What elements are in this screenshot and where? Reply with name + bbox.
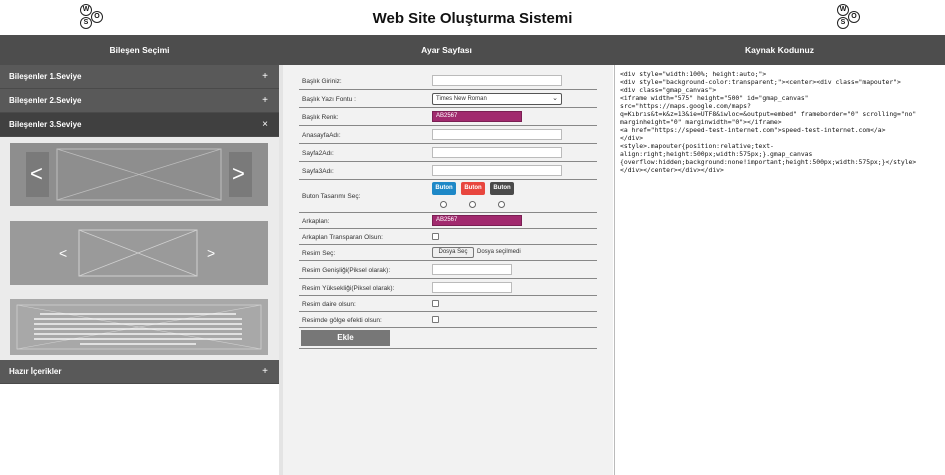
image-height-label: Resim Yüksekliği(Piksel olarak): <box>302 285 395 292</box>
accordion-level-3[interactable]: Bileşenler 3.Seviye × <box>0 113 279 137</box>
font-label: Başlık Yazı Fontu : <box>302 96 356 103</box>
home-name-label: AnasayfaAdı: <box>302 132 341 139</box>
carousel-preview-image: < > <box>59 229 215 277</box>
page2-name-label: Sayfa2Adı: <box>302 150 334 157</box>
add-button[interactable]: Ekle <box>301 330 390 346</box>
page3-name-label: Sayfa3Adı: <box>302 168 334 175</box>
form-row-image-circle: Resim daire olsun: <box>299 296 597 312</box>
choose-file-button[interactable]: Dosya Seç <box>432 247 474 258</box>
image-circle-label: Resim daire olsun: <box>302 301 356 308</box>
accordion-label: Bileşenler 1.Seviye <box>9 72 82 81</box>
image-shadow-checkbox[interactable] <box>432 316 439 323</box>
bg-transparent-checkbox[interactable] <box>432 233 439 240</box>
bg-transparent-label: Arkaplan Transparan Olsun: <box>302 234 383 241</box>
component-selection-header: Bileşen Seçimi <box>0 35 279 65</box>
title-input[interactable] <box>432 75 562 86</box>
form-row-image-height: Resim Yüksekliği(Piksel olarak): <box>299 279 597 296</box>
image-label: Resim Seç: <box>302 250 336 257</box>
expand-icon: + <box>262 95 268 106</box>
source-code-panel: <div style="width:100%; height:auto;"> <… <box>614 65 945 475</box>
accordion-label: Hazır İçerikler <box>9 367 62 376</box>
title-color-label: Başlık Renk: <box>302 114 339 121</box>
image-shadow-label: Resimde gölge efekti olsun: <box>302 317 382 324</box>
image-height-input[interactable] <box>432 282 512 293</box>
slider-prev-arrow: < <box>30 161 43 186</box>
expand-icon: + <box>262 366 268 377</box>
accordion-label: Bileşenler 3.Seviye <box>9 120 82 129</box>
form-row-background: Arkaplan: AB2567 <box>299 213 597 229</box>
button-style-blue[interactable]: Buton <box>432 182 456 195</box>
button-style-dark-radio[interactable] <box>498 201 505 208</box>
page-header: W S O Web Site Oluşturma Sistemi W S O <box>0 0 945 35</box>
text-block-preview-image <box>16 304 262 350</box>
component-sidebar: Bileşenler 1.Seviye + Bileşenler 2.Seviy… <box>0 65 279 475</box>
logo-letter-o: O <box>848 11 860 23</box>
form-row-title-color: Başlık Renk: AB2567 <box>299 108 597 126</box>
font-select-value: Times New Roman <box>436 96 487 102</box>
source-code-header: Kaynak Kodunuz <box>614 35 945 65</box>
page3-name-input[interactable] <box>432 165 562 176</box>
accordion-ready-contents[interactable]: Hazır İçerikler + <box>0 360 279 384</box>
image-width-input[interactable] <box>432 264 512 275</box>
form-row-home-name: AnasayfaAdı: <box>299 126 597 144</box>
form-row-title: Başlık Giriniz: <box>299 72 597 90</box>
title-label: Başlık Giriniz: <box>302 78 342 85</box>
carousel-next-arrow: > <box>207 245 215 261</box>
component-text-block-thumbnail[interactable] <box>10 299 268 355</box>
form-row-font: Başlık Yazı Fontu : Times New Roman ⌄ <box>299 90 597 108</box>
background-color-input[interactable]: AB2567 <box>432 215 522 226</box>
home-name-input[interactable] <box>432 129 562 140</box>
site-title: Web Site Oluşturma Sistemi <box>372 10 573 27</box>
logo-letter-w: W <box>837 4 849 16</box>
image-width-label: Resim Genişliği(Piksel olarak): <box>302 267 391 274</box>
source-code-output[interactable]: <div style="width:100%; height:auto;"> <… <box>620 70 943 174</box>
component-carousel-thumbnail[interactable]: < > <box>10 221 268 285</box>
form-row-button-design: Buton Tasarımı Seç: Buton Buton Buton <box>299 180 597 213</box>
button-design-label: Buton Tasarımı Seç: <box>302 193 361 200</box>
form-row-image-width: Resim Genişliği(Piksel olarak): <box>299 261 597 279</box>
title-color-input[interactable]: AB2567 <box>432 111 522 122</box>
settings-page-header: Ayar Sayfası <box>279 35 614 65</box>
file-status-text: Dosya seçilmedi <box>477 249 521 255</box>
carousel-prev-arrow: < <box>59 245 67 261</box>
form-row-page3-name: Sayfa3Adı: <box>299 162 597 180</box>
form-row-bg-transparent: Arkaplan Transparan Olsun: <box>299 229 597 245</box>
accordion-level-1[interactable]: Bileşenler 1.Seviye + <box>0 65 279 89</box>
button-style-dark[interactable]: Buton <box>490 182 514 195</box>
chevron-down-icon: ⌄ <box>552 95 558 102</box>
form-row-image-shadow: Resimde gölge efekti olsun: <box>299 312 597 328</box>
background-label: Arkaplan: <box>302 218 330 225</box>
accordion-level-2[interactable]: Bileşenler 2.Seviye + <box>0 89 279 113</box>
form-row-submit: Ekle <box>299 328 597 349</box>
form-row-page2-name: Sayfa2Adı: <box>299 144 597 162</box>
collapse-icon: × <box>262 119 268 130</box>
expand-icon: + <box>262 71 268 82</box>
accordion-label: Bileşenler 2.Seviye <box>9 96 82 105</box>
component-slider-thumbnail[interactable]: < > <box>10 143 268 206</box>
page2-name-input[interactable] <box>432 147 562 158</box>
form-row-image: Resim Seç: Dosya Seç Dosya seçilmedi <box>299 245 597 261</box>
slider-preview-image: < > <box>26 148 252 201</box>
site-logo-right[interactable]: W S O <box>837 4 863 30</box>
logo-letter-s: S <box>837 17 849 29</box>
button-style-red-radio[interactable] <box>469 201 476 208</box>
image-circle-checkbox[interactable] <box>432 300 439 307</box>
button-style-blue-radio[interactable] <box>440 201 447 208</box>
settings-form: Başlık Giriniz: Başlık Yazı Fontu : Time… <box>299 72 597 349</box>
slider-next-arrow: > <box>232 161 245 186</box>
button-style-red[interactable]: Buton <box>461 182 485 195</box>
level-3-components: < > < > <box>0 137 279 360</box>
settings-panel: Başlık Giriniz: Başlık Yazı Fontu : Time… <box>283 65 613 475</box>
font-select[interactable]: Times New Roman ⌄ <box>432 93 562 105</box>
